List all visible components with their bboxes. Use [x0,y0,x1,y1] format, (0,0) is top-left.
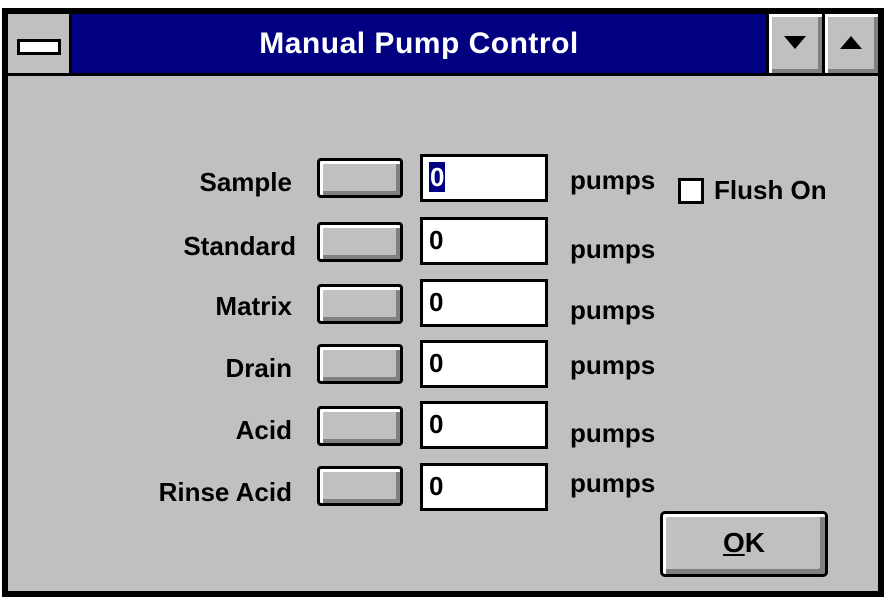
pump-count-input-matrix[interactable]: 0 [420,279,548,327]
ok-mnemonic: O [722,527,745,558]
pump-count-input-sample[interactable]: 0 [420,154,548,202]
minimize-button[interactable] [766,14,822,73]
pump-count-input-standard[interactable]: 0 [420,217,548,265]
pump-count-input-acid[interactable]: 0 [420,401,548,449]
pump-count-input-drain[interactable]: 0 [420,340,548,388]
pump-unit-acid: pumps [570,418,656,448]
pump-unit-rinse-acid: pumps [570,468,656,498]
pump-label-drain: Drain [225,353,292,383]
maximize-button[interactable] [822,14,878,73]
pump-button-drain[interactable] [317,344,403,384]
pump-label-matrix: Matrix [215,291,292,321]
pump-unit-standard: pumps [570,234,656,264]
pump-button-sample[interactable] [317,158,403,198]
pump-count-input-rinse-acid[interactable]: 0 [420,463,548,511]
flush-on-checkbox[interactable] [678,178,704,204]
ok-label: K [744,527,765,558]
minimize-arrow-icon [784,36,806,49]
pump-unit-drain: pumps [570,350,656,380]
title-bar: Manual Pump Control [8,14,878,76]
flush-on-label[interactable]: Flush On [714,174,827,206]
pump-label-acid: Acid [235,415,292,445]
pump-unit-sample: pumps [570,165,656,195]
maximize-arrow-icon [840,36,862,49]
pump-button-standard[interactable] [317,222,403,262]
pump-label-standard: Standard [183,231,296,261]
pump-label-sample: Sample [199,167,293,197]
selected-text: 0 [429,162,446,192]
pump-button-acid[interactable] [317,406,403,446]
system-menu-icon [17,39,61,55]
pump-unit-matrix: pumps [570,295,656,325]
pump-label-rinse-acid: Rinse Acid [158,477,292,507]
manual-pump-control-window: Manual Pump Control Sample 0 pumps Flush… [2,8,884,597]
window-title: Manual Pump Control [259,27,579,60]
pump-button-matrix[interactable] [317,284,403,324]
pump-button-rinse-acid[interactable] [317,466,403,506]
ok-button[interactable]: OK [660,511,828,577]
system-menu-button[interactable] [8,14,72,73]
